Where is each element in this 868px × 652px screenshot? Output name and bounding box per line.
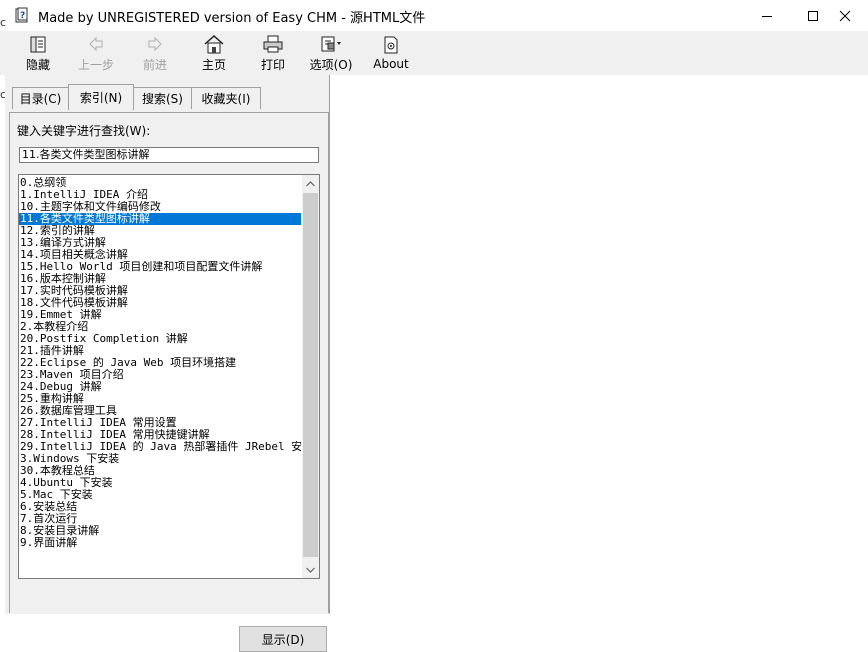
navigation-pane: 目录(C) 索引(N) 搜索(S) 收藏夹(I) 键入关键字进行查找(W): 0…	[5, 75, 330, 652]
hide-button[interactable]: 隐藏	[22, 33, 54, 73]
background-window-edge: c	[0, 16, 7, 29]
home-label: 主页	[201, 58, 226, 72]
index-list-item[interactable]: 6.安装总结	[19, 501, 301, 513]
minimize-icon	[762, 15, 772, 17]
index-list-item[interactable]: 14.项目相关概念讲解	[19, 249, 301, 261]
index-list-item[interactable]: 23.Maven 项目介绍	[19, 369, 301, 381]
about-icon	[382, 33, 400, 55]
window-title: Made by UNREGISTERED version of Easy CHM…	[38, 11, 426, 26]
index-list-item[interactable]: 24.Debug 讲解	[19, 381, 301, 393]
home-button[interactable]: 主页	[198, 33, 230, 73]
tab-contents[interactable]: 目录(C)	[12, 87, 69, 109]
index-list-item[interactable]: 17.实时代码模板讲解	[19, 285, 301, 297]
index-list-item[interactable]: 15.Hello World 项目创建和项目配置文件讲解	[19, 261, 301, 273]
printer-icon	[262, 33, 284, 54]
tab-index[interactable]: 索引(N)	[68, 84, 134, 110]
index-list-item[interactable]: 27.IntelliJ IDEA 常用设置	[19, 417, 301, 429]
close-icon	[839, 10, 851, 21]
options-label: 选项(O)	[309, 58, 353, 72]
close-button[interactable]	[822, 0, 868, 31]
index-list-item[interactable]: 13.编译方式讲解	[19, 237, 301, 249]
index-list-item[interactable]: 5.Mac 下安装	[19, 489, 301, 501]
index-list-item[interactable]: 8.安装目录讲解	[19, 525, 301, 537]
index-list-item[interactable]: 28.IntelliJ IDEA 常用快捷键讲解	[19, 429, 301, 441]
minimize-button[interactable]	[744, 0, 790, 31]
home-icon	[203, 33, 225, 54]
index-list-item[interactable]: 30.本教程总结	[19, 465, 301, 477]
index-panel: 键入关键字进行查找(W): 0.总纲领1.IntelliJ IDEA 介绍10.…	[9, 112, 329, 652]
title-bar: ? Made by UNREGISTERED version of Easy C…	[0, 0, 868, 31]
index-list-item[interactable]: 2.本教程介绍	[19, 321, 301, 333]
index-list-items: 0.总纲领 1.IntelliJ IDEA 介绍 10.主题字体和文件编码修改 11.…	[19, 177, 301, 549]
index-list-item[interactable]: 0.总纲领	[19, 177, 301, 189]
index-list-item[interactable]: 9.界面讲解	[19, 537, 301, 549]
show-button[interactable]: 显示(D)	[239, 626, 327, 652]
options-button[interactable]: 选项(O)	[308, 33, 354, 73]
hide-icon	[28, 33, 48, 54]
index-list-item[interactable]: 11.各类文件类型图标讲解	[19, 213, 301, 225]
scroll-thumb[interactable]	[303, 193, 318, 557]
index-list-item[interactable]: 18.文件代码模板讲解	[19, 297, 301, 309]
index-list-item[interactable]: 21.插件讲解	[19, 345, 301, 357]
forward-arrow-icon	[145, 33, 165, 54]
back-arrow-icon	[86, 33, 106, 54]
svg-text:?: ?	[20, 11, 25, 21]
index-list-item[interactable]: 20.Postfix Completion 讲解	[19, 333, 301, 345]
index-list-item[interactable]: 25.重构讲解	[19, 393, 301, 405]
index-list-item[interactable]: 4.Ubuntu 下安装	[19, 477, 301, 489]
index-list-item[interactable]: 7.首次运行	[19, 513, 301, 525]
maximize-icon	[808, 10, 818, 21]
tab-search[interactable]: 搜索(S)	[133, 87, 192, 109]
back-label: 上一步	[77, 58, 114, 72]
options-icon	[319, 33, 343, 54]
tab-favorites[interactable]: 收藏夹(I)	[191, 87, 261, 109]
print-label: 打印	[260, 58, 285, 72]
index-list-item[interactable]: 1.IntelliJ IDEA 介绍	[19, 189, 301, 201]
index-list-item[interactable]: 10.主题字体和文件编码修改	[19, 201, 301, 213]
toolbar: 隐藏 上一步 前进 主页 打印 选项(O) About	[0, 31, 868, 75]
scroll-up-arrow-icon[interactable]	[302, 175, 319, 192]
index-list-item[interactable]: 19.Emmet 讲解	[19, 309, 301, 321]
vertical-scrollbar[interactable]	[302, 175, 319, 578]
scroll-down-arrow-icon[interactable]	[302, 561, 319, 578]
keyword-input[interactable]	[19, 147, 319, 163]
index-list-item[interactable]: 3.Windows 下安装	[19, 453, 301, 465]
index-list-item[interactable]: 26.数据库管理工具	[19, 405, 301, 417]
index-list-item[interactable]: 12.索引的讲解	[19, 225, 301, 237]
print-button[interactable]: 打印	[257, 33, 289, 73]
index-list-item[interactable]: 16.版本控制讲解	[19, 273, 301, 285]
about-label: About	[373, 57, 409, 71]
index-list-item[interactable]: 29.IntelliJ IDEA 的 Java 热部署插件 JRebel 安装	[19, 441, 301, 453]
keyword-label: 键入关键字进行查找(W):	[17, 124, 151, 138]
back-button[interactable]: 上一步	[76, 33, 116, 73]
forward-button[interactable]: 前进	[139, 33, 171, 73]
index-list-item[interactable]: 22.Eclipse 的 Java Web 项目环境搭建	[19, 357, 301, 369]
about-button[interactable]: About	[372, 33, 410, 73]
index-list[interactable]: 0.总纲领 1.IntelliJ IDEA 介绍 10.主题字体和文件编码修改 11.…	[18, 174, 320, 579]
app-help-icon[interactable]: ?	[14, 7, 30, 23]
forward-label: 前进	[142, 58, 167, 72]
hide-label: 隐藏	[25, 58, 50, 72]
content-pane[interactable]	[333, 75, 868, 614]
